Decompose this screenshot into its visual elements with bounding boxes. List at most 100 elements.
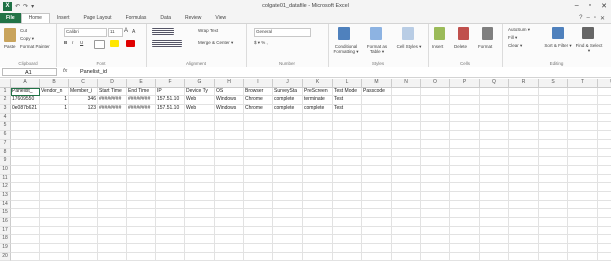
cell[interactable] — [333, 235, 362, 245]
cell[interactable] — [303, 139, 333, 149]
cell[interactable]: SurveySta — [273, 87, 303, 97]
cell[interactable] — [333, 148, 362, 158]
close-icon[interactable]: ✕ — [601, 2, 607, 10]
cell[interactable] — [362, 139, 392, 149]
cell[interactable] — [98, 174, 127, 184]
column-header[interactable]: Q — [480, 79, 509, 88]
cell[interactable] — [244, 157, 273, 166]
borders-icon[interactable] — [94, 40, 105, 49]
cell[interactable] — [11, 157, 40, 166]
cell[interactable] — [215, 183, 244, 192]
cell[interactable] — [303, 244, 333, 253]
column-header[interactable]: I — [244, 79, 273, 88]
cell[interactable] — [273, 139, 303, 149]
cell[interactable] — [273, 183, 303, 192]
cell[interactable] — [156, 235, 185, 245]
cell[interactable] — [509, 235, 539, 245]
cell[interactable] — [215, 218, 244, 227]
column-header[interactable]: S — [539, 79, 568, 88]
cell[interactable] — [421, 183, 450, 192]
cell[interactable] — [480, 148, 509, 158]
cell[interactable] — [333, 157, 362, 166]
cell[interactable] — [392, 200, 421, 210]
cell[interactable]: complete — [273, 105, 303, 114]
fill-color-icon[interactable] — [110, 40, 119, 47]
row-header[interactable]: 16 — [0, 218, 11, 227]
cell[interactable] — [539, 105, 568, 114]
cell[interactable] — [480, 244, 509, 253]
cell[interactable] — [598, 192, 611, 201]
cell[interactable] — [244, 148, 273, 158]
insert-button[interactable]: Insert — [432, 44, 443, 49]
cell[interactable] — [421, 191, 450, 201]
cell[interactable] — [156, 174, 185, 184]
ribbon-restore-icon[interactable]: ▫ — [594, 15, 596, 22]
cell[interactable] — [509, 209, 539, 218]
cell[interactable] — [185, 218, 215, 227]
cell[interactable]: PreScreen — [303, 87, 333, 97]
cell[interactable] — [480, 157, 509, 166]
cell[interactable] — [98, 131, 127, 140]
cell[interactable] — [127, 157, 156, 166]
cell[interactable] — [127, 131, 156, 140]
format-cells-icon[interactable] — [482, 27, 493, 40]
cell[interactable] — [598, 235, 611, 245]
cell[interactable] — [480, 165, 509, 175]
cell[interactable] — [392, 183, 421, 192]
cell[interactable] — [69, 113, 98, 123]
cell[interactable] — [98, 235, 127, 245]
cell[interactable] — [421, 244, 450, 253]
column-header[interactable]: C — [69, 79, 98, 88]
cell[interactable]: OS — [215, 87, 244, 97]
cell[interactable] — [539, 209, 568, 218]
cell[interactable] — [333, 209, 362, 218]
cell[interactable] — [156, 244, 185, 253]
cell[interactable] — [303, 218, 333, 227]
cell[interactable] — [69, 174, 98, 184]
cell[interactable] — [185, 200, 215, 210]
cell[interactable] — [333, 191, 362, 201]
cell[interactable] — [392, 244, 421, 253]
cell[interactable] — [362, 244, 392, 253]
cell[interactable] — [509, 113, 539, 123]
bold-button[interactable]: B — [64, 40, 67, 45]
cell[interactable] — [450, 200, 480, 210]
cell[interactable] — [509, 226, 539, 236]
cell[interactable] — [98, 209, 127, 218]
cell[interactable] — [273, 244, 303, 253]
cell[interactable] — [598, 209, 611, 218]
cell[interactable] — [156, 209, 185, 218]
cell[interactable] — [480, 174, 509, 184]
cell[interactable] — [450, 174, 480, 184]
cell[interactable] — [98, 244, 127, 253]
cell[interactable]: ######## — [98, 96, 127, 106]
cell[interactable] — [421, 209, 450, 218]
sort-filter-icon[interactable] — [552, 27, 564, 39]
column-header[interactable]: U — [598, 79, 611, 88]
cell[interactable] — [303, 235, 333, 245]
cell[interactable] — [450, 244, 480, 253]
cell[interactable] — [509, 148, 539, 158]
cell[interactable] — [421, 174, 450, 184]
cell[interactable] — [215, 139, 244, 149]
cell[interactable] — [509, 122, 539, 132]
cell[interactable] — [156, 183, 185, 192]
tab-page-layout[interactable]: Page Layout — [76, 13, 118, 23]
cell[interactable] — [127, 226, 156, 236]
cell[interactable] — [421, 148, 450, 158]
cell[interactable] — [598, 218, 611, 227]
cell[interactable] — [598, 175, 611, 184]
cell[interactable] — [568, 218, 598, 227]
cell[interactable]: Vendor_n — [40, 87, 69, 97]
cell[interactable] — [127, 191, 156, 201]
cell[interactable] — [215, 122, 244, 132]
cell[interactable] — [421, 235, 450, 245]
cell[interactable] — [11, 218, 40, 227]
cell[interactable] — [185, 244, 215, 253]
cell[interactable] — [480, 105, 509, 114]
cell[interactable] — [480, 122, 509, 132]
cell[interactable] — [11, 200, 40, 210]
cell[interactable] — [392, 165, 421, 175]
cell[interactable] — [185, 113, 215, 123]
cell[interactable] — [392, 209, 421, 218]
